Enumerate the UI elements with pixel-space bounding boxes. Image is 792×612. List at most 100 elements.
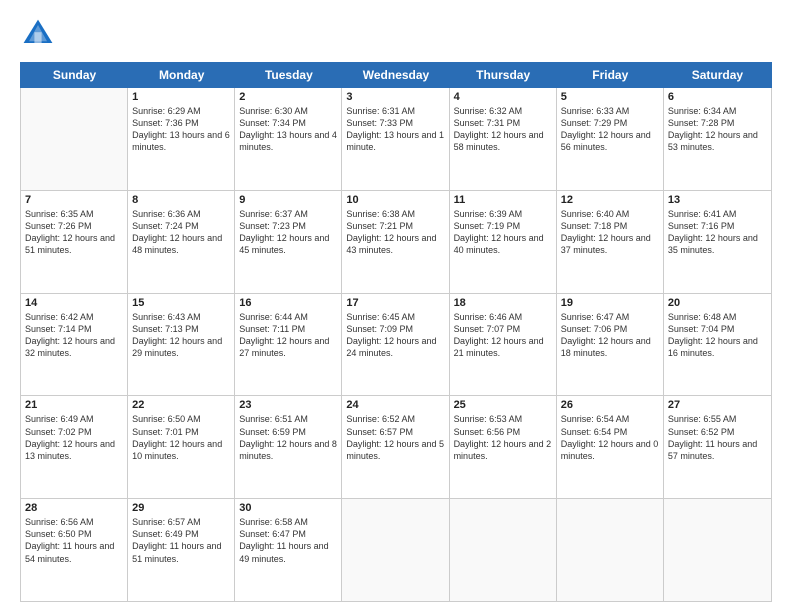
- calendar-cell-10: 10 Sunrise: 6:38 AM Sunset: 7:21 PM Dayli…: [342, 191, 449, 293]
- calendar-cell-3: 3 Sunrise: 6:31 AM Sunset: 7:33 PM Daylig…: [342, 88, 449, 190]
- cell-info: Sunrise: 6:57 AM Sunset: 6:49 PM Dayligh…: [132, 516, 230, 565]
- cell-info: Sunrise: 6:32 AM Sunset: 7:31 PM Dayligh…: [454, 105, 552, 154]
- calendar-cell-empty-4-4: [450, 499, 557, 601]
- calendar-cell-13: 13 Sunrise: 6:41 AM Sunset: 7:16 PM Dayli…: [664, 191, 771, 293]
- day-number: 28: [25, 502, 123, 514]
- day-number: 30: [239, 502, 337, 514]
- cell-info: Sunrise: 6:34 AM Sunset: 7:28 PM Dayligh…: [668, 105, 767, 154]
- cell-info: Sunrise: 6:52 AM Sunset: 6:57 PM Dayligh…: [346, 413, 444, 462]
- day-number: 20: [668, 297, 767, 309]
- cell-info: Sunrise: 6:38 AM Sunset: 7:21 PM Dayligh…: [346, 208, 444, 257]
- day-number: 26: [561, 399, 659, 411]
- day-number: 5: [561, 91, 659, 103]
- cell-info: Sunrise: 6:51 AM Sunset: 6:59 PM Dayligh…: [239, 413, 337, 462]
- calendar-cell-7: 7Sunrise: 6:35 AM Sunset: 7:26 PM Daylig…: [21, 191, 128, 293]
- day-number: 15: [132, 297, 230, 309]
- day-number: 3: [346, 91, 444, 103]
- cell-info: Sunrise: 6:43 AM Sunset: 7:13 PM Dayligh…: [132, 311, 230, 360]
- calendar-cell-20: 20Sunrise: 6:48 AM Sunset: 7:04 PM Dayli…: [664, 294, 771, 396]
- day-number: 12: [561, 194, 659, 206]
- header-day-sunday: Sunday: [21, 63, 128, 87]
- calendar-row-2: 14 Sunrise: 6:42 AM Sunset: 7:14 PM Dayli…: [21, 294, 771, 397]
- cell-info: Sunrise: 6:37 AM Sunset: 7:23 PM Dayligh…: [239, 208, 337, 257]
- day-number: 2: [239, 91, 337, 103]
- calendar-header: SundayMondayTuesdayWednesdayThursdayFrid…: [20, 62, 772, 88]
- cell-info: Sunrise: 6:49 AM Sunset: 7:02 PM Dayligh…: [25, 413, 123, 462]
- calendar-cell-22: 22 Sunrise: 6:50 AM Sunset: 7:01 PM Dayli…: [128, 396, 235, 498]
- calendar-cell-30: 30 Sunrise: 6:58 AM Sunset: 6:47 PM Dayli…: [235, 499, 342, 601]
- calendar-cell-18: 18Sunrise: 6:46 AM Sunset: 7:07 PM Dayli…: [450, 294, 557, 396]
- calendar-cell-1: 1Sunrise: 6:29 AM Sunset: 7:36 PM Daylig…: [128, 88, 235, 190]
- calendar-row-0: 1Sunrise: 6:29 AM Sunset: 7:36 PM Daylig…: [21, 88, 771, 191]
- calendar-cell-28: 28 Sunrise: 6:56 AM Sunset: 6:50 PM Dayli…: [21, 499, 128, 601]
- calendar-cell-11: 11Sunrise: 6:39 AM Sunset: 7:19 PM Dayli…: [450, 191, 557, 293]
- calendar-cell-5: 5 Sunrise: 6:33 AM Sunset: 7:29 PM Daylig…: [557, 88, 664, 190]
- cell-info: Sunrise: 6:55 AM Sunset: 6:52 PM Dayligh…: [668, 413, 767, 462]
- calendar-cell-27: 27 Sunrise: 6:55 AM Sunset: 6:52 PM Dayli…: [664, 396, 771, 498]
- calendar-row-3: 21Sunrise: 6:49 AM Sunset: 7:02 PM Dayli…: [21, 396, 771, 499]
- cell-info: Sunrise: 6:53 AM Sunset: 6:56 PM Dayligh…: [454, 413, 552, 462]
- day-number: 29: [132, 502, 230, 514]
- cell-info: Sunrise: 6:50 AM Sunset: 7:01 PM Dayligh…: [132, 413, 230, 462]
- calendar-cell-29: 29 Sunrise: 6:57 AM Sunset: 6:49 PM Dayli…: [128, 499, 235, 601]
- cell-info: Sunrise: 6:36 AM Sunset: 7:24 PM Dayligh…: [132, 208, 230, 257]
- day-number: 11: [454, 194, 552, 206]
- calendar-cell-19: 19 Sunrise: 6:47 AM Sunset: 7:06 PM Dayli…: [557, 294, 664, 396]
- day-number: 27: [668, 399, 767, 411]
- cell-info: Sunrise: 6:42 AM Sunset: 7:14 PM Dayligh…: [25, 311, 123, 360]
- calendar-cell-9: 9 Sunrise: 6:37 AM Sunset: 7:23 PM Daylig…: [235, 191, 342, 293]
- header-day-monday: Monday: [128, 63, 235, 87]
- calendar-cell-14: 14 Sunrise: 6:42 AM Sunset: 7:14 PM Dayli…: [21, 294, 128, 396]
- day-number: 19: [561, 297, 659, 309]
- cell-info: Sunrise: 6:41 AM Sunset: 7:16 PM Dayligh…: [668, 208, 767, 257]
- day-number: 7: [25, 194, 123, 206]
- cell-info: Sunrise: 6:56 AM Sunset: 6:50 PM Dayligh…: [25, 516, 123, 565]
- day-number: 14: [25, 297, 123, 309]
- header-day-wednesday: Wednesday: [342, 63, 449, 87]
- day-number: 24: [346, 399, 444, 411]
- cell-info: Sunrise: 6:47 AM Sunset: 7:06 PM Dayligh…: [561, 311, 659, 360]
- cell-info: Sunrise: 6:40 AM Sunset: 7:18 PM Dayligh…: [561, 208, 659, 257]
- calendar-cell-23: 23 Sunrise: 6:51 AM Sunset: 6:59 PM Dayli…: [235, 396, 342, 498]
- day-number: 1: [132, 91, 230, 103]
- cell-info: Sunrise: 6:46 AM Sunset: 7:07 PM Dayligh…: [454, 311, 552, 360]
- calendar-cell-6: 6 Sunrise: 6:34 AM Sunset: 7:28 PM Daylig…: [664, 88, 771, 190]
- day-number: 9: [239, 194, 337, 206]
- day-number: 8: [132, 194, 230, 206]
- calendar-cell-24: 24 Sunrise: 6:52 AM Sunset: 6:57 PM Dayli…: [342, 396, 449, 498]
- day-number: 22: [132, 399, 230, 411]
- cell-info: Sunrise: 6:58 AM Sunset: 6:47 PM Dayligh…: [239, 516, 337, 565]
- header-day-saturday: Saturday: [664, 63, 771, 87]
- calendar-cell-empty-4-5: [557, 499, 664, 601]
- calendar-cell-12: 12 Sunrise: 6:40 AM Sunset: 7:18 PM Dayli…: [557, 191, 664, 293]
- cell-info: Sunrise: 6:44 AM Sunset: 7:11 PM Dayligh…: [239, 311, 337, 360]
- logo: [20, 16, 60, 52]
- day-number: 16: [239, 297, 337, 309]
- calendar-cell-empty-4-3: [342, 499, 449, 601]
- page: SundayMondayTuesdayWednesdayThursdayFrid…: [0, 0, 792, 612]
- header-day-tuesday: Tuesday: [235, 63, 342, 87]
- calendar-cell-16: 16 Sunrise: 6:44 AM Sunset: 7:11 PM Dayli…: [235, 294, 342, 396]
- day-number: 13: [668, 194, 767, 206]
- day-number: 23: [239, 399, 337, 411]
- cell-info: Sunrise: 6:30 AM Sunset: 7:34 PM Dayligh…: [239, 105, 337, 154]
- day-number: 10: [346, 194, 444, 206]
- calendar-cell-4: 4Sunrise: 6:32 AM Sunset: 7:31 PM Daylig…: [450, 88, 557, 190]
- calendar-cell-26: 26 Sunrise: 6:54 AM Sunset: 6:54 PM Dayli…: [557, 396, 664, 498]
- calendar-cell-2: 2 Sunrise: 6:30 AM Sunset: 7:34 PM Daylig…: [235, 88, 342, 190]
- cell-info: Sunrise: 6:54 AM Sunset: 6:54 PM Dayligh…: [561, 413, 659, 462]
- cell-info: Sunrise: 6:33 AM Sunset: 7:29 PM Dayligh…: [561, 105, 659, 154]
- calendar-cell-25: 25Sunrise: 6:53 AM Sunset: 6:56 PM Dayli…: [450, 396, 557, 498]
- calendar-cell-21: 21Sunrise: 6:49 AM Sunset: 7:02 PM Dayli…: [21, 396, 128, 498]
- day-number: 17: [346, 297, 444, 309]
- calendar-cell-17: 17 Sunrise: 6:45 AM Sunset: 7:09 PM Dayli…: [342, 294, 449, 396]
- day-number: 6: [668, 91, 767, 103]
- header-day-friday: Friday: [557, 63, 664, 87]
- header: [20, 16, 772, 52]
- calendar-row-1: 7Sunrise: 6:35 AM Sunset: 7:26 PM Daylig…: [21, 191, 771, 294]
- calendar: SundayMondayTuesdayWednesdayThursdayFrid…: [20, 62, 772, 602]
- cell-info: Sunrise: 6:45 AM Sunset: 7:09 PM Dayligh…: [346, 311, 444, 360]
- calendar-body: 1Sunrise: 6:29 AM Sunset: 7:36 PM Daylig…: [20, 88, 772, 602]
- logo-icon: [20, 16, 56, 52]
- cell-info: Sunrise: 6:31 AM Sunset: 7:33 PM Dayligh…: [346, 105, 444, 154]
